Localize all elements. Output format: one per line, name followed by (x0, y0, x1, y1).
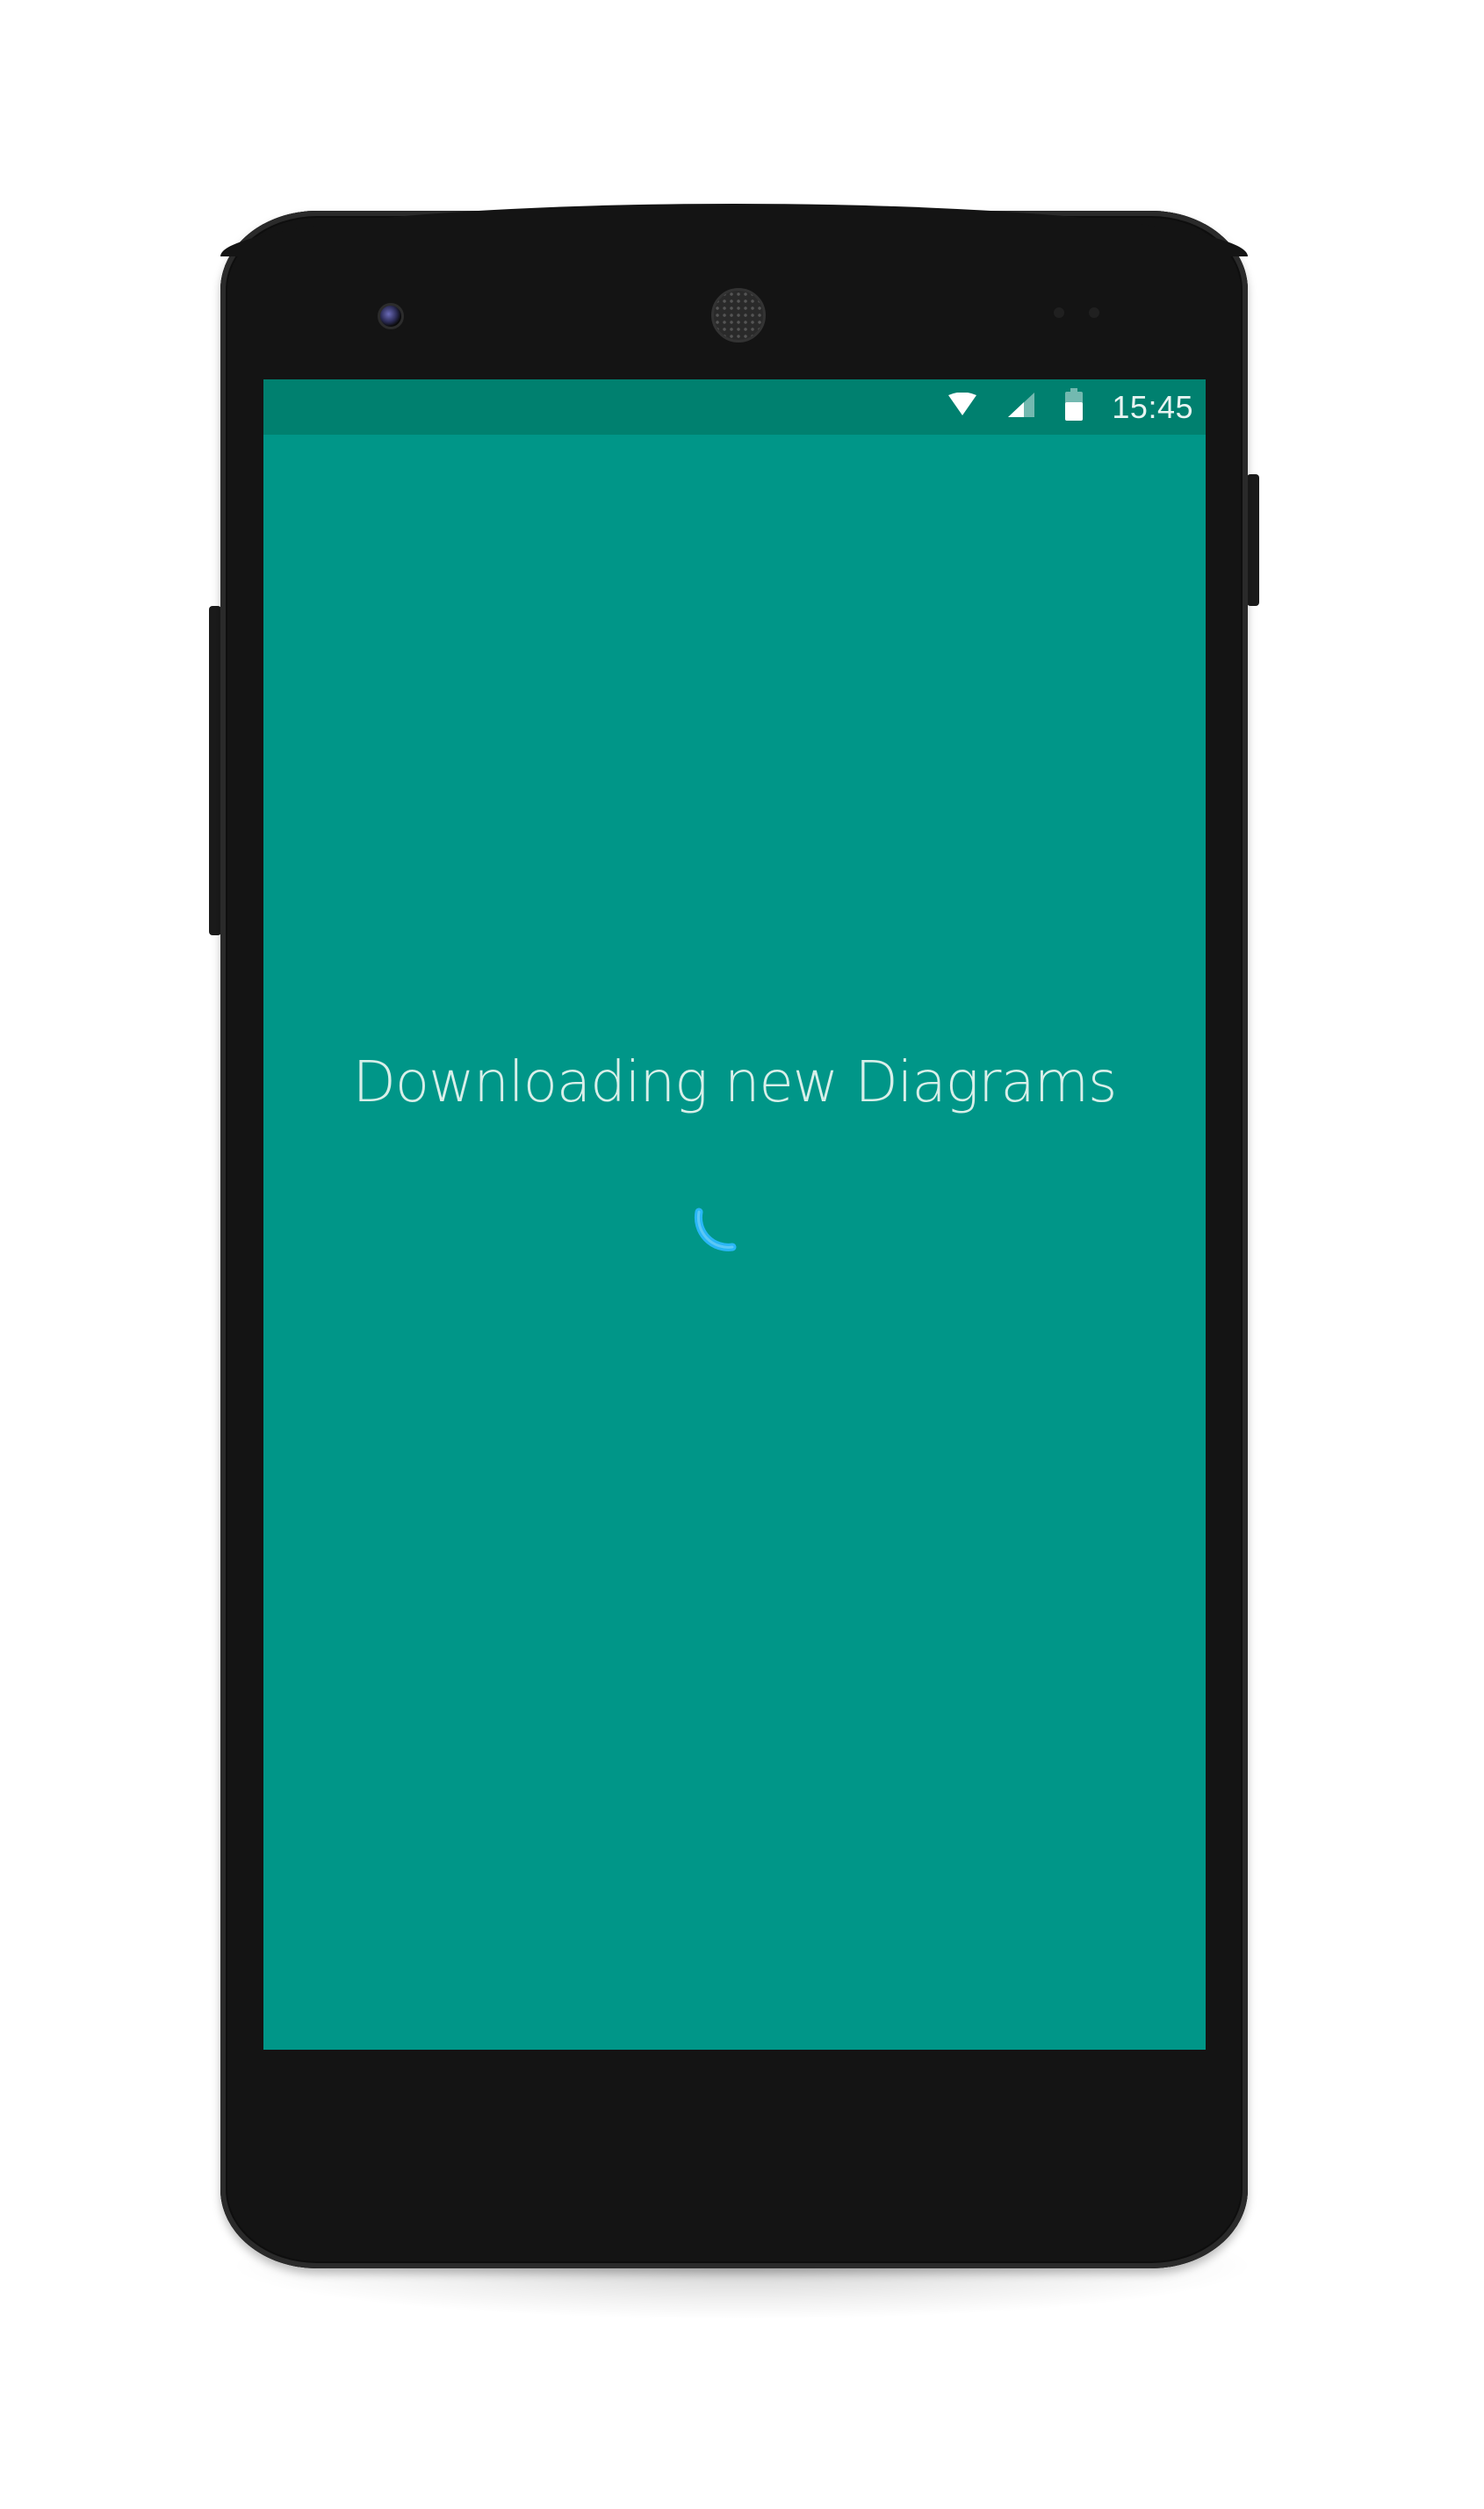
proximity-sensor (1054, 307, 1064, 318)
status-bar: 15:45 (263, 379, 1206, 435)
app-screen: 15:45 Downloading new Diagrams (263, 379, 1206, 2050)
battery-icon (1064, 388, 1084, 426)
loading-message: Downloading new Diagrams (352, 1050, 1118, 1115)
volume-button (209, 606, 221, 935)
status-time: 15:45 (1112, 388, 1193, 425)
cellular-signal-icon (1006, 391, 1036, 423)
wifi-icon (947, 392, 978, 422)
loading-spinner-icon (690, 1203, 743, 1256)
earpiece-speaker-icon (711, 288, 766, 342)
light-sensor (1089, 307, 1099, 318)
device-mockup: 15:45 Downloading new Diagrams (0, 0, 1484, 2509)
power-button (1247, 474, 1259, 606)
front-camera-icon (378, 303, 404, 329)
